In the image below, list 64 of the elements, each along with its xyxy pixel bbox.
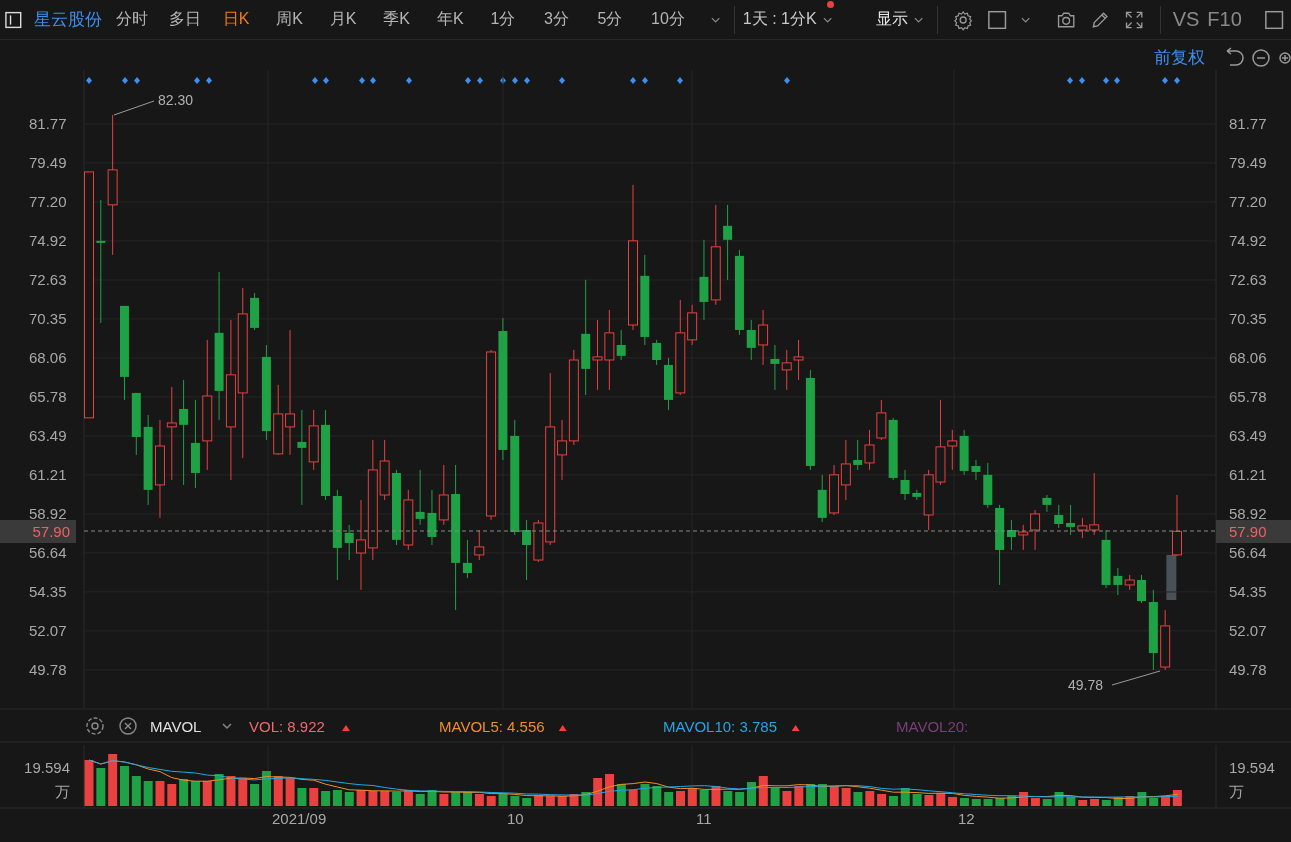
period-tab[interactable]: 10分 xyxy=(651,9,705,30)
price-axis-label: 54.35 xyxy=(1229,583,1267,600)
current-price-label: 57.90 xyxy=(1229,523,1267,540)
price-axis-label: 49.78 xyxy=(29,660,67,678)
volume-axis-label: 19.594 xyxy=(1229,759,1275,776)
month-axis-label: 10 xyxy=(507,810,524,827)
adjust-mode-link[interactable]: 前复权 xyxy=(1154,48,1205,67)
period-tab[interactable]: 月K xyxy=(329,9,384,30)
price-axis-label: 74.92 xyxy=(1229,232,1267,249)
f10-button[interactable]: F10 xyxy=(1207,8,1242,31)
price-axis-label: 74.92 xyxy=(29,231,67,249)
price-axis-label: 77.20 xyxy=(1229,193,1267,210)
compare-button[interactable]: VS xyxy=(1172,8,1200,31)
period-tab[interactable]: 1分 xyxy=(490,9,544,30)
period-tab[interactable]: 季K xyxy=(383,9,437,30)
price-axis-label: 68.06 xyxy=(1229,349,1267,366)
period-tab[interactable]: 多日 xyxy=(169,9,223,30)
month-axis-label: 2021/09 xyxy=(272,810,327,827)
display-menu[interactable]: 显示 xyxy=(875,9,908,30)
period-tab[interactable]: 年K xyxy=(436,9,491,30)
price-axis-label: 56.64 xyxy=(1229,544,1267,561)
month-axis-label: 11 xyxy=(696,810,712,827)
price-axis-label: 49.78 xyxy=(1229,661,1267,678)
period-tab[interactable]: 3分 xyxy=(544,9,598,30)
price-axis-label: 77.20 xyxy=(29,192,67,210)
stock-name[interactable]: 星云股份 xyxy=(33,8,102,31)
indicator-value: MAVOL10: 3.785 xyxy=(663,718,777,735)
price-axis-label: 56.64 xyxy=(29,543,67,561)
price-axis-label: 70.35 xyxy=(1229,310,1267,327)
low-price-label: 49.78 xyxy=(1068,677,1104,693)
price-axis-label: 65.78 xyxy=(29,387,67,405)
price-axis-label: 58.92 xyxy=(29,504,67,522)
price-axis-label: 70.35 xyxy=(29,309,67,327)
price-axis-label: 65.78 xyxy=(1229,388,1267,405)
month-axis-label: 12 xyxy=(958,810,975,827)
interval-select[interactable]: 1天 : 1分K xyxy=(742,9,817,30)
price-axis-label: 63.49 xyxy=(1229,427,1267,444)
price-axis-label: 63.49 xyxy=(29,426,67,444)
period-tab[interactable]: 日K xyxy=(222,9,277,30)
period-tab[interactable]: 5分 xyxy=(597,9,652,30)
price-axis-label: 52.07 xyxy=(1229,622,1267,639)
high-price-label: 82.30 xyxy=(158,92,194,108)
price-axis-label: 79.49 xyxy=(1229,154,1267,171)
price-axis-label: 68.06 xyxy=(29,348,67,366)
price-axis-label: 52.07 xyxy=(29,621,67,639)
indicator-value: VOL: 8.922 xyxy=(249,718,325,735)
price-axis-label: 81.77 xyxy=(29,114,67,132)
indicator-value: MAVOL5: 4.556 xyxy=(439,718,545,735)
indicator-name[interactable]: MAVOL xyxy=(150,718,202,735)
price-axis-label: 72.63 xyxy=(29,270,67,288)
volume-unit-label: 万 xyxy=(55,783,70,800)
period-tab[interactable]: 分时 xyxy=(115,9,170,30)
price-axis-label: 61.21 xyxy=(29,465,67,483)
volume-unit-label: 万 xyxy=(1229,783,1244,800)
price-axis-label: 61.21 xyxy=(1229,466,1267,483)
price-axis-label: 58.92 xyxy=(1229,505,1267,522)
volume-axis-label: 19.594 xyxy=(24,759,70,776)
price-axis-label: 79.49 xyxy=(29,153,67,171)
period-tab[interactable]: 周K xyxy=(276,9,330,30)
price-axis-label: 81.77 xyxy=(1229,115,1267,132)
current-price-label: 57.90 xyxy=(32,523,70,540)
price-axis-label: 72.63 xyxy=(1229,271,1267,288)
price-axis-label: 54.35 xyxy=(29,582,67,600)
indicator-value: MAVOL20: xyxy=(896,718,969,735)
